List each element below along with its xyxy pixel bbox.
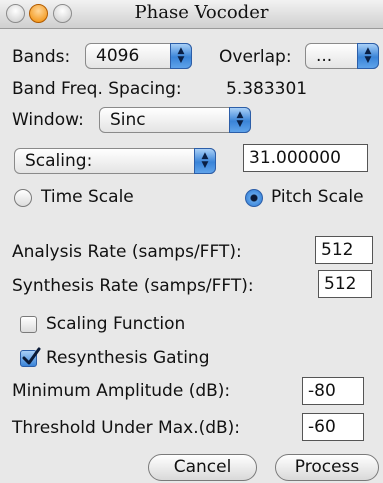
up-down-arrows-icon: ▲ ▼: [357, 43, 379, 69]
window-label: Window:: [12, 110, 84, 130]
band-spacing-value: 5.383301: [226, 79, 308, 99]
scaling-mode: Scaling:: [25, 151, 93, 171]
pitch-scale-label: Pitch Scale: [271, 187, 364, 207]
overlap-popup[interactable]: ... ▲ ▼: [305, 43, 379, 69]
scaling-function-label: Scaling Function: [46, 314, 186, 334]
synthesis-rate-label: Synthesis Rate (samps/FFT):: [12, 276, 254, 296]
band-spacing-label: Band Freq. Spacing:: [12, 79, 182, 99]
time-scale-radio[interactable]: [14, 189, 32, 207]
resynthesis-gating-label: Resynthesis Gating: [46, 348, 210, 368]
up-down-arrows-icon: ▲ ▼: [194, 148, 216, 174]
cancel-button[interactable]: Cancel: [148, 454, 257, 481]
window-value: Sinc: [110, 110, 146, 130]
bands-value: 4096: [96, 46, 140, 66]
threshold-field[interactable]: [302, 413, 364, 441]
scaling-function-checkbox[interactable]: [20, 316, 37, 333]
time-scale-label: Time Scale: [41, 187, 134, 207]
up-down-arrows-icon: ▲ ▼: [229, 107, 251, 133]
window-popup[interactable]: Sinc ▲ ▼: [99, 107, 251, 133]
window-title: Phase Vocoder: [134, 2, 269, 23]
up-down-arrows-icon: ▲ ▼: [170, 43, 192, 69]
analysis-rate-field[interactable]: [315, 236, 373, 264]
threshold-label: Threshold Under Max.(dB):: [12, 418, 241, 438]
overlap-value: ...: [316, 46, 333, 66]
scaling-value-field[interactable]: [243, 144, 368, 172]
min-amplitude-label: Minimum Amplitude (dB):: [12, 381, 231, 401]
analysis-rate-label: Analysis Rate (samps/FFT):: [12, 242, 242, 262]
bands-label: Bands:: [12, 47, 71, 67]
bands-popup[interactable]: 4096 ▲ ▼: [85, 43, 192, 69]
resynthesis-gating-checkbox[interactable]: [20, 347, 41, 367]
pitch-scale-radio[interactable]: [245, 189, 263, 207]
title-bar: Phase Vocoder: [0, 0, 383, 29]
scaling-popup[interactable]: Scaling: ▲ ▼: [14, 148, 216, 174]
process-button[interactable]: Process: [275, 454, 379, 481]
synthesis-rate-field[interactable]: [318, 270, 372, 298]
checkmark-icon: [22, 347, 41, 365]
min-amplitude-field[interactable]: [302, 377, 364, 405]
overlap-label: Overlap:: [219, 47, 292, 67]
